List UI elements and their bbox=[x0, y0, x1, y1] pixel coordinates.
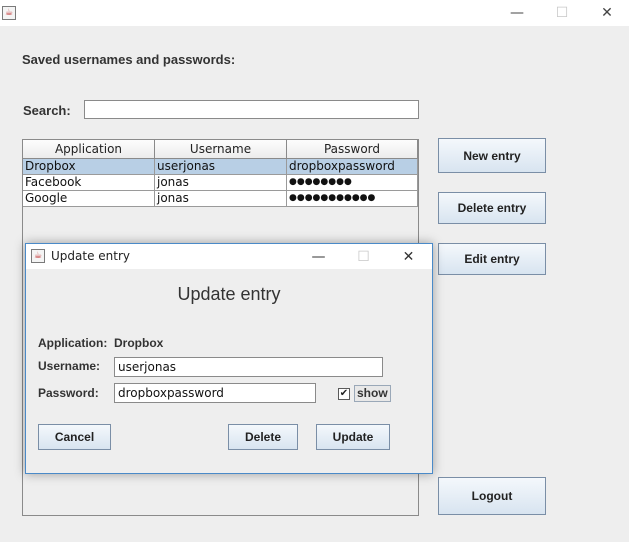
cell-application: Dropbox bbox=[23, 159, 155, 175]
username-field[interactable] bbox=[114, 357, 383, 377]
table-header: Application Username Password bbox=[23, 140, 418, 159]
close-icon[interactable]: ✕ bbox=[386, 244, 431, 269]
close-icon[interactable]: ✕ bbox=[584, 0, 629, 26]
maximize-icon: ☐ bbox=[555, 5, 569, 21]
minimize-icon[interactable]: — bbox=[296, 244, 341, 269]
application-label: Application: bbox=[38, 336, 108, 350]
cell-application: Google bbox=[23, 191, 155, 207]
java-icon: ☕ bbox=[31, 249, 45, 263]
column-header-password[interactable]: Password bbox=[287, 140, 418, 159]
table-row[interactable]: Google jonas ●●●●●●●●●●● bbox=[23, 191, 418, 207]
logout-button[interactable]: Logout bbox=[438, 477, 546, 515]
cell-password: ●●●●●●●●●●● bbox=[287, 191, 418, 207]
new-entry-button[interactable]: New entry bbox=[438, 138, 546, 173]
java-icon: ☕ bbox=[2, 6, 16, 20]
search-field[interactable] bbox=[84, 100, 419, 119]
cell-password: dropboxpassword bbox=[287, 159, 418, 175]
search-label: Search: bbox=[23, 103, 71, 118]
table-row[interactable]: Dropbox userjonas dropboxpassword bbox=[23, 159, 418, 175]
password-input[interactable] bbox=[115, 384, 315, 402]
update-entry-dialog[interactable]: ☕ Update entry — ☐ ✕ Update entry Applic… bbox=[25, 243, 433, 474]
show-password-checkbox[interactable]: ✔ bbox=[338, 388, 350, 400]
show-password-label[interactable]: show bbox=[354, 385, 391, 402]
cancel-button[interactable]: Cancel bbox=[38, 424, 111, 450]
dialog-title-bar[interactable]: ☕ Update entry — ☐ ✕ bbox=[26, 244, 432, 269]
maximize-icon: ☐ bbox=[357, 248, 370, 265]
dialog-heading: Update entry bbox=[177, 284, 281, 304]
cell-password: ●●●●●●●● bbox=[287, 175, 418, 191]
application-value: Dropbox bbox=[114, 336, 164, 350]
password-label: Password: bbox=[38, 386, 99, 400]
search-input[interactable] bbox=[85, 101, 418, 118]
cell-username: jonas bbox=[155, 175, 287, 191]
username-label: Username: bbox=[38, 359, 101, 373]
minimize-icon[interactable]: — bbox=[494, 0, 540, 26]
delete-entry-button[interactable]: Delete entry bbox=[438, 192, 546, 224]
main-title-bar[interactable]: ☕ — ☐ ✕ bbox=[0, 0, 629, 26]
cell-username: userjonas bbox=[155, 159, 287, 175]
password-field[interactable] bbox=[114, 383, 316, 403]
delete-button[interactable]: Delete bbox=[228, 424, 298, 450]
dialog-window-title: Update entry bbox=[51, 249, 131, 263]
edit-entry-button[interactable]: Edit entry bbox=[438, 243, 546, 275]
column-header-application[interactable]: Application bbox=[23, 140, 155, 159]
table-row[interactable]: Facebook jonas ●●●●●●●● bbox=[23, 175, 418, 191]
column-header-username[interactable]: Username bbox=[155, 140, 287, 159]
update-button[interactable]: Update bbox=[316, 424, 390, 450]
page-title: Saved usernames and passwords: bbox=[22, 52, 236, 67]
cell-username: jonas bbox=[155, 191, 287, 207]
cell-application: Facebook bbox=[23, 175, 155, 191]
username-input[interactable] bbox=[115, 358, 382, 376]
